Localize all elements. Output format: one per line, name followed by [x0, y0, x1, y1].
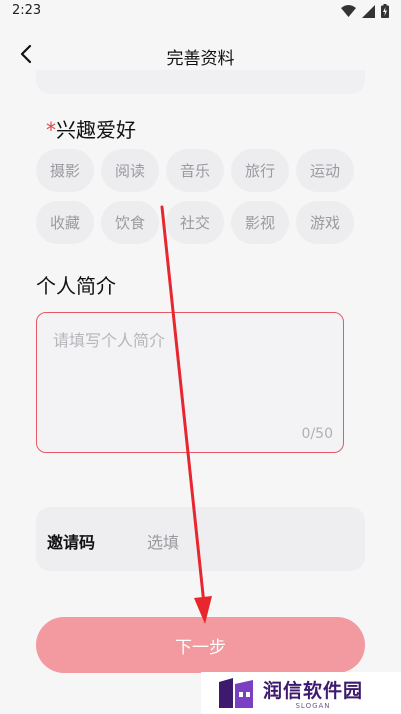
watermark: 润信软件园 SLOGAN — [201, 672, 401, 714]
invite-code-row: 邀请码 选填 — [36, 507, 365, 571]
intro-label: 个人简介 — [36, 274, 116, 298]
interest-tag-travel[interactable]: 旅行 — [231, 149, 289, 192]
char-counter: 0/50 — [301, 426, 333, 442]
battery-icon — [381, 4, 389, 18]
interest-tag-photography[interactable]: 摄影 — [36, 149, 94, 192]
interest-tag-film[interactable]: 影视 — [231, 201, 289, 244]
watermark-text: 润信软件园 SLOGAN — [263, 676, 363, 710]
interest-tags: 摄影 阅读 音乐 旅行 运动 收藏 饮食 社交 影视 游戏 — [36, 149, 366, 244]
status-bar: 2:23 — [0, 0, 401, 24]
watermark-logo-icon — [219, 678, 253, 708]
interest-tag-music[interactable]: 音乐 — [166, 149, 224, 192]
next-step-button[interactable]: 下一步 — [36, 617, 365, 673]
invite-code-label: 邀请码 — [47, 533, 96, 552]
interest-tag-games[interactable]: 游戏 — [296, 201, 354, 244]
interests-label: *兴趣爱好 — [46, 114, 136, 143]
interests-label-text: 兴趣爱好 — [56, 118, 136, 142]
wifi-icon — [341, 5, 356, 17]
invite-code-input[interactable]: 选填 — [147, 529, 179, 553]
page-title: 完善资料 — [166, 49, 235, 69]
interest-tag-collecting[interactable]: 收藏 — [36, 201, 94, 244]
interest-tag-sports[interactable]: 运动 — [296, 149, 354, 192]
previous-section-card — [36, 70, 365, 94]
required-mark: * — [46, 118, 56, 142]
intro-placeholder: 请填写个人简介 — [53, 331, 166, 350]
watermark-slogan: SLOGAN — [295, 702, 331, 710]
status-time: 2:23 — [12, 3, 42, 18]
watermark-name: 润信软件园 — [263, 680, 364, 702]
interest-tag-food[interactable]: 饮食 — [101, 201, 159, 244]
signal-icon — [362, 4, 375, 18]
interest-tag-social[interactable]: 社交 — [166, 201, 224, 244]
status-icons — [341, 4, 389, 18]
interest-tag-reading[interactable]: 阅读 — [101, 149, 159, 192]
intro-textarea[interactable]: 请填写个人简介 0/50 — [36, 312, 344, 453]
